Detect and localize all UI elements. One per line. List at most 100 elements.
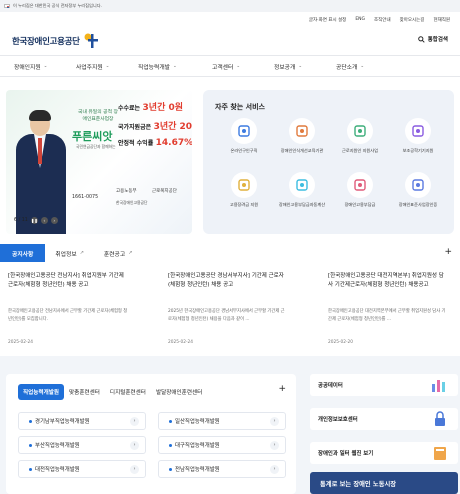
banner-stat-fee: 수수료는 3년간 0원	[118, 103, 184, 113]
book-icon	[434, 447, 446, 460]
util-link-directions[interactable]: 찾아오시는길	[400, 17, 425, 23]
chevron-down-icon: ⌄	[360, 63, 365, 69]
statistics-banner[interactable]: 통계로 보는 장애인 노동시장	[310, 472, 458, 494]
service-item[interactable]: 온라인구인구직	[215, 118, 273, 154]
more-plus-icon[interactable]: +	[278, 384, 286, 394]
training-center-item[interactable]: 부산직업능력개발원 ›	[18, 436, 146, 454]
tab-job-info[interactable]: 취업정보 ↗	[45, 244, 94, 262]
search-label: 통합검색	[427, 37, 448, 43]
bullet-dot	[29, 419, 32, 423]
education-icon	[289, 118, 315, 144]
utility-links: 글자·화면 표시 설정 ENG 조직안내 찾아오시는길 현재직원	[309, 17, 450, 23]
util-link-english[interactable]: ENG	[355, 17, 365, 23]
banner-logo-comwel: 근로복지공단	[152, 189, 177, 194]
banner-stat-return: 안정적 수익률 14.67% 달성	[118, 138, 192, 148]
arrow-right-icon: ›	[270, 416, 279, 426]
training-center-item[interactable]: 경기남부직업능력개발원 ›	[18, 412, 146, 430]
service-item[interactable]: 장애인인식개선교육기관	[273, 118, 331, 154]
service-item[interactable]: 장애인고용부담금자동계산	[273, 172, 331, 208]
privacy-center-link[interactable]: 개인정보보호센터	[310, 408, 458, 430]
levy-icon	[347, 172, 373, 198]
nav-customer-center[interactable]: 고객센터 ⌄	[212, 62, 274, 71]
chevron-down-icon: ⌄	[43, 63, 48, 69]
tab-training-notice[interactable]: 훈련공고 ↗	[94, 244, 143, 262]
main-navigation: 장애인지원 ⌄ 사업주지원 ⌄ 직업능력개발 ⌄ 고객센터 ⌄ 정보공개 ⌄ 공단소개 ⌄	[0, 55, 460, 77]
service-label: 장애인인식개선교육기관	[280, 148, 324, 153]
util-link-staff[interactable]: 현재직원	[433, 17, 450, 23]
pause-icon[interactable]: ❚❚	[30, 217, 38, 224]
search-icon	[417, 35, 425, 43]
external-link-icon: ↗	[128, 250, 133, 256]
service-label: 근로지원인 지원사업	[341, 148, 378, 153]
nav-disabled-support[interactable]: 장애인지원 ⌄	[14, 62, 76, 71]
news-item[interactable]: [한국장애인고용공단 경남서부지사] 기간제 근로자(체험형 청년인턴) 채용 …	[168, 272, 288, 345]
arrow-right-icon: ›	[130, 416, 139, 426]
bullet-dot	[169, 467, 172, 471]
util-link-organization[interactable]: 조직안내	[374, 17, 391, 23]
training-center-item[interactable]: 대전직업능력개발원 ›	[18, 460, 146, 478]
arrow-right-icon: ›	[270, 464, 279, 474]
banner-subtitle: 국내 유일의 공적 장애인표준사업장	[78, 110, 118, 122]
chevron-down-icon: ⌄	[105, 63, 110, 69]
arrow-right-icon: ›	[130, 464, 139, 474]
lock-icon	[435, 411, 445, 426]
news-item[interactable]: [한국장애인고용공단 대전지역본부] 취업지원성 담사 기간제근로자(체험형 청…	[328, 272, 448, 345]
service-label: 장애인고용부담금	[344, 202, 376, 207]
arrow-right-icon: ›	[130, 440, 139, 450]
util-link-display-settings[interactable]: 글자·화면 표시 설정	[309, 17, 346, 23]
logo-mark-icon	[84, 33, 98, 48]
training-centers: 직업능력개발원 맞춤훈련센터 디지털훈련센터 발달장애인훈련센터 + 경기남부직…	[6, 374, 296, 494]
training-center-item[interactable]: 일산직업능력개발원 ›	[158, 412, 286, 430]
news-desc: 한국장애인고용공단 대전지역본부에서 근무할 취업지원성 담사 기간제 근로자(…	[328, 309, 446, 322]
training-center-item[interactable]: 대구직업능력개발원 ›	[158, 436, 286, 454]
news-title: [한국장애인고용공단 경남서부지사] 기간제 근로자(체험형 청년인턴) 채용 …	[168, 273, 284, 288]
banner-page-indicator: 6 / 11	[14, 218, 28, 223]
news-desc: 2025년 한국장애인고용공단 경남서부지사에서 근무할 기간제 근로자(체험형…	[168, 309, 285, 322]
service-item[interactable]: 장애인고용부담금	[331, 172, 389, 208]
assistive-tech-icon	[405, 118, 431, 144]
service-item[interactable]: 고용장려금 지원	[215, 172, 273, 208]
news-item[interactable]: [한국장애인고용공단 전남지사] 취업지원부 기간제 근로자(체험형 청년인턴)…	[8, 272, 128, 345]
tab-custom-training[interactable]: 맞춤훈련센터	[64, 384, 105, 400]
prev-icon[interactable]: ‹	[40, 217, 48, 224]
support-worker-icon	[347, 118, 373, 144]
service-label: 장애인고용부담금자동계산	[278, 202, 326, 207]
service-label: 장애인표준사업장인증	[398, 202, 438, 207]
main-banner[interactable]: 국내 유일의 공적 장애인표준사업장 푸른씨앗 국민연금공단과 함께하는 수수료…	[6, 90, 192, 234]
service-item[interactable]: 근로지원인 지원사업	[331, 118, 389, 154]
nav-employer-support[interactable]: 사업주지원 ⌄	[76, 62, 138, 71]
training-center-item[interactable]: 전남직업능력개발원 ›	[158, 460, 286, 478]
tab-vocational-dev[interactable]: 직업능력개발원	[18, 384, 65, 400]
webzine-link[interactable]: 장애인과 일터 웹진 보기	[310, 442, 458, 464]
nav-information-disclosure[interactable]: 정보공개 ⌄	[274, 62, 336, 71]
bullet-dot	[29, 443, 32, 447]
banner-caption: 국민연금공단과 함께하는	[76, 144, 116, 149]
banner-controls: 6 / 11 ❚❚ ‹ ›	[14, 217, 58, 224]
logo-text: 한국장애인고용공단	[12, 37, 80, 47]
chevron-down-icon: ⌄	[236, 63, 241, 69]
frequent-services: 자주 찾는 서비스 온라인구인구직 장애인인식개선교육기관 근로지원인 지원사업 보조…	[203, 90, 454, 234]
service-item[interactable]: 장애인표준사업장인증	[389, 172, 447, 208]
tab-digital-training[interactable]: 디지털훈련센터	[105, 384, 151, 400]
service-label: 온라인구인구직	[230, 148, 258, 153]
news-date: 2025-02-24	[8, 340, 33, 345]
site-logo[interactable]: 한국장애인고용공단	[12, 32, 99, 50]
service-item[interactable]: 보조공학기기지원	[389, 118, 447, 154]
job-search-icon	[231, 118, 257, 144]
banner-logo-ministry: 고용노동부	[116, 189, 137, 194]
tab-notices[interactable]: 공지사항	[0, 244, 46, 262]
more-plus-icon[interactable]: +	[444, 247, 452, 257]
integrated-search-button[interactable]: 통합검색	[417, 35, 448, 43]
banner-logo-kead: 한국장애인고용공단	[116, 200, 148, 205]
calculator-icon	[289, 172, 315, 198]
data-chart-icon	[432, 380, 445, 392]
news-date: 2025-02-20	[328, 340, 353, 345]
public-data-link[interactable]: 공공데이터	[310, 374, 458, 396]
nav-about[interactable]: 공단소개 ⌄	[336, 62, 398, 71]
next-icon[interactable]: ›	[50, 217, 58, 224]
nav-vocational-training[interactable]: 직업능력개발 ⌄	[138, 62, 212, 71]
tab-developmental-training[interactable]: 발달장애인훈련센터	[151, 384, 207, 400]
news-title: [한국장애인고용공단 전남지사] 취업지원부 기간제 근로자(체험형 청년인턴)…	[8, 273, 124, 288]
news-desc: 한국장애인고용공단 전남지사에서 근무할 기간제 근로자(체험형 청년인턴)를 …	[8, 309, 128, 322]
service-label: 고용장려금 지원	[229, 202, 259, 207]
